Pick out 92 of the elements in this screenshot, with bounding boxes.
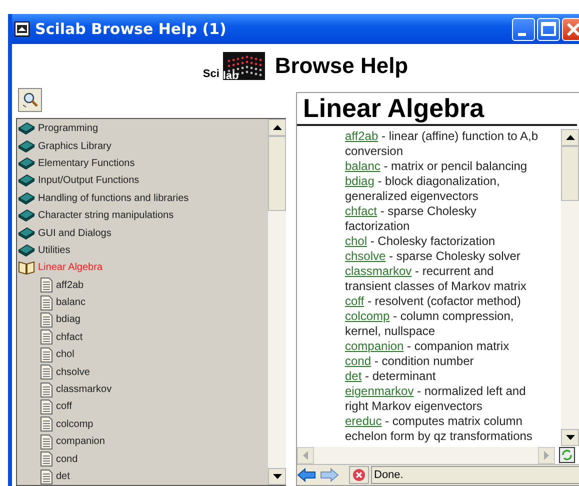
entry-text: aff2ab - linear (affine) function to A,b conversion xyxy=(345,129,540,159)
close-button[interactable] xyxy=(562,18,579,40)
book-icon xyxy=(18,226,35,241)
tree-item[interactable]: det xyxy=(18,468,268,485)
search-button[interactable] xyxy=(18,88,42,112)
scrollbar-thumb[interactable] xyxy=(561,146,579,201)
tree-item[interactable]: colcomp xyxy=(18,416,268,434)
page-icon xyxy=(40,468,53,484)
tree-item[interactable]: GUI and Dialogs xyxy=(18,224,268,242)
tree-item[interactable]: cond xyxy=(18,450,268,468)
entry-text: det - determinant xyxy=(345,369,437,384)
entry-text: chol - Cholesky factorization xyxy=(345,234,496,249)
entry-link[interactable]: aff2ab xyxy=(345,129,378,143)
page-icon xyxy=(40,346,53,363)
book-icon xyxy=(18,190,35,206)
tree-item[interactable]: Handling of functions and libraries xyxy=(18,190,268,207)
page-icon xyxy=(40,416,53,432)
entry-link[interactable]: coff xyxy=(345,294,364,308)
forward-arrow-icon[interactable] xyxy=(319,467,339,483)
down-arrow-icon[interactable] xyxy=(272,474,282,479)
back-arrow-icon[interactable] xyxy=(297,467,317,483)
book-icon xyxy=(18,156,35,171)
entry-link[interactable]: classmarkov xyxy=(345,264,412,278)
tree-item[interactable]: Elementary Functions xyxy=(18,154,268,172)
tree-item[interactable]: chsolve xyxy=(18,363,268,381)
tree-item[interactable]: coff xyxy=(18,398,268,416)
entry-link[interactable]: bdiag xyxy=(345,174,374,188)
page-icon xyxy=(40,451,53,468)
status-text: Done. xyxy=(371,466,579,484)
refresh-icon[interactable] xyxy=(559,447,575,463)
page-icon xyxy=(40,312,53,328)
tree-item[interactable]: Input/Output Functions xyxy=(18,172,268,190)
minimize-button[interactable] xyxy=(512,18,535,40)
maximize-button[interactable] xyxy=(537,18,560,40)
entry-text: chfact - sparse Cholesky factorization xyxy=(345,204,478,234)
page-icon xyxy=(40,277,53,294)
entry-text: chsolve - sparse Cholesky solver xyxy=(345,249,522,264)
entry-text: balanc - matrix or pencil balancing xyxy=(345,159,528,174)
tree-item[interactable]: Utilities xyxy=(18,242,268,260)
book-icon xyxy=(18,208,35,224)
entry-link[interactable]: chol xyxy=(345,234,368,248)
book-icon xyxy=(18,173,35,188)
tree-item[interactable]: classmarkov xyxy=(18,380,268,398)
entry-link[interactable]: balanc xyxy=(345,159,380,173)
window-icon xyxy=(14,21,30,37)
tree-item[interactable]: chol xyxy=(18,346,268,364)
tree-item[interactable]: aff2ab xyxy=(18,276,268,294)
entry-text: classmarkov - recurrent and transient classes of Markov matrix xyxy=(345,264,528,294)
minimize-icon xyxy=(518,32,526,36)
entry-link[interactable]: chfact xyxy=(345,204,378,218)
up-arrow-icon[interactable] xyxy=(566,135,574,140)
entry-link[interactable]: eigenmarkov xyxy=(345,384,414,398)
page-icon xyxy=(40,382,53,398)
book-icon xyxy=(18,138,35,154)
header-title: Browse Help xyxy=(274,53,408,79)
tree-item[interactable]: Graphics Library xyxy=(18,137,268,155)
page-icon xyxy=(40,329,53,346)
page-icon xyxy=(40,364,53,380)
up-arrow-icon[interactable] xyxy=(272,125,282,130)
entry-text: colcomp - column compression, kernel, nullspace xyxy=(345,309,515,339)
entry-link[interactable]: cond xyxy=(345,354,372,368)
entry-text: companion - companion matrix xyxy=(345,339,510,354)
entry-link[interactable]: colcomp xyxy=(345,309,390,323)
entry-link[interactable]: det xyxy=(345,369,362,383)
scrollbar[interactable] xyxy=(268,119,286,485)
scrollbar[interactable] xyxy=(561,129,579,446)
entry-text: eigenmarkov - normalized left and right Markov eigenvectors xyxy=(345,384,527,414)
entry-link[interactable]: chsolve xyxy=(345,249,386,263)
tree-item[interactable]: companion xyxy=(18,433,268,450)
tree-item[interactable]: Character string manipulations xyxy=(18,206,268,224)
scilab-logo: Sci lab xyxy=(202,52,265,80)
entry-text: cond - condition number xyxy=(345,354,475,369)
entry-text: coff - resolvent (cofactor method) xyxy=(345,294,522,309)
page-icon xyxy=(40,398,53,415)
entry-text: bdiag - block diagonalization, generalized eigenvectors xyxy=(345,174,501,204)
book-icon xyxy=(18,242,35,258)
scrollbar-thumb[interactable] xyxy=(268,136,286,211)
entry-text: ereduc - computes matrix column echelon form by qz transformations xyxy=(345,414,534,444)
page-heading: Linear Algebra xyxy=(297,93,577,126)
page-icon xyxy=(40,434,53,450)
tree-item[interactable]: Programming xyxy=(18,120,268,138)
book-icon xyxy=(18,121,35,136)
window-title: Scilab Browse Help (1) xyxy=(35,20,228,38)
tree-item[interactable]: chfact xyxy=(18,328,268,346)
tree-item[interactable]: bdiag xyxy=(18,311,268,329)
stop-button[interactable] xyxy=(349,466,369,484)
tree-item[interactable]: balanc xyxy=(18,294,268,312)
entry-link[interactable]: ereduc xyxy=(345,414,382,428)
entry-link[interactable]: companion xyxy=(345,339,404,353)
down-arrow-icon[interactable] xyxy=(566,435,574,440)
page-icon xyxy=(40,294,53,311)
open-book-icon xyxy=(18,260,35,276)
